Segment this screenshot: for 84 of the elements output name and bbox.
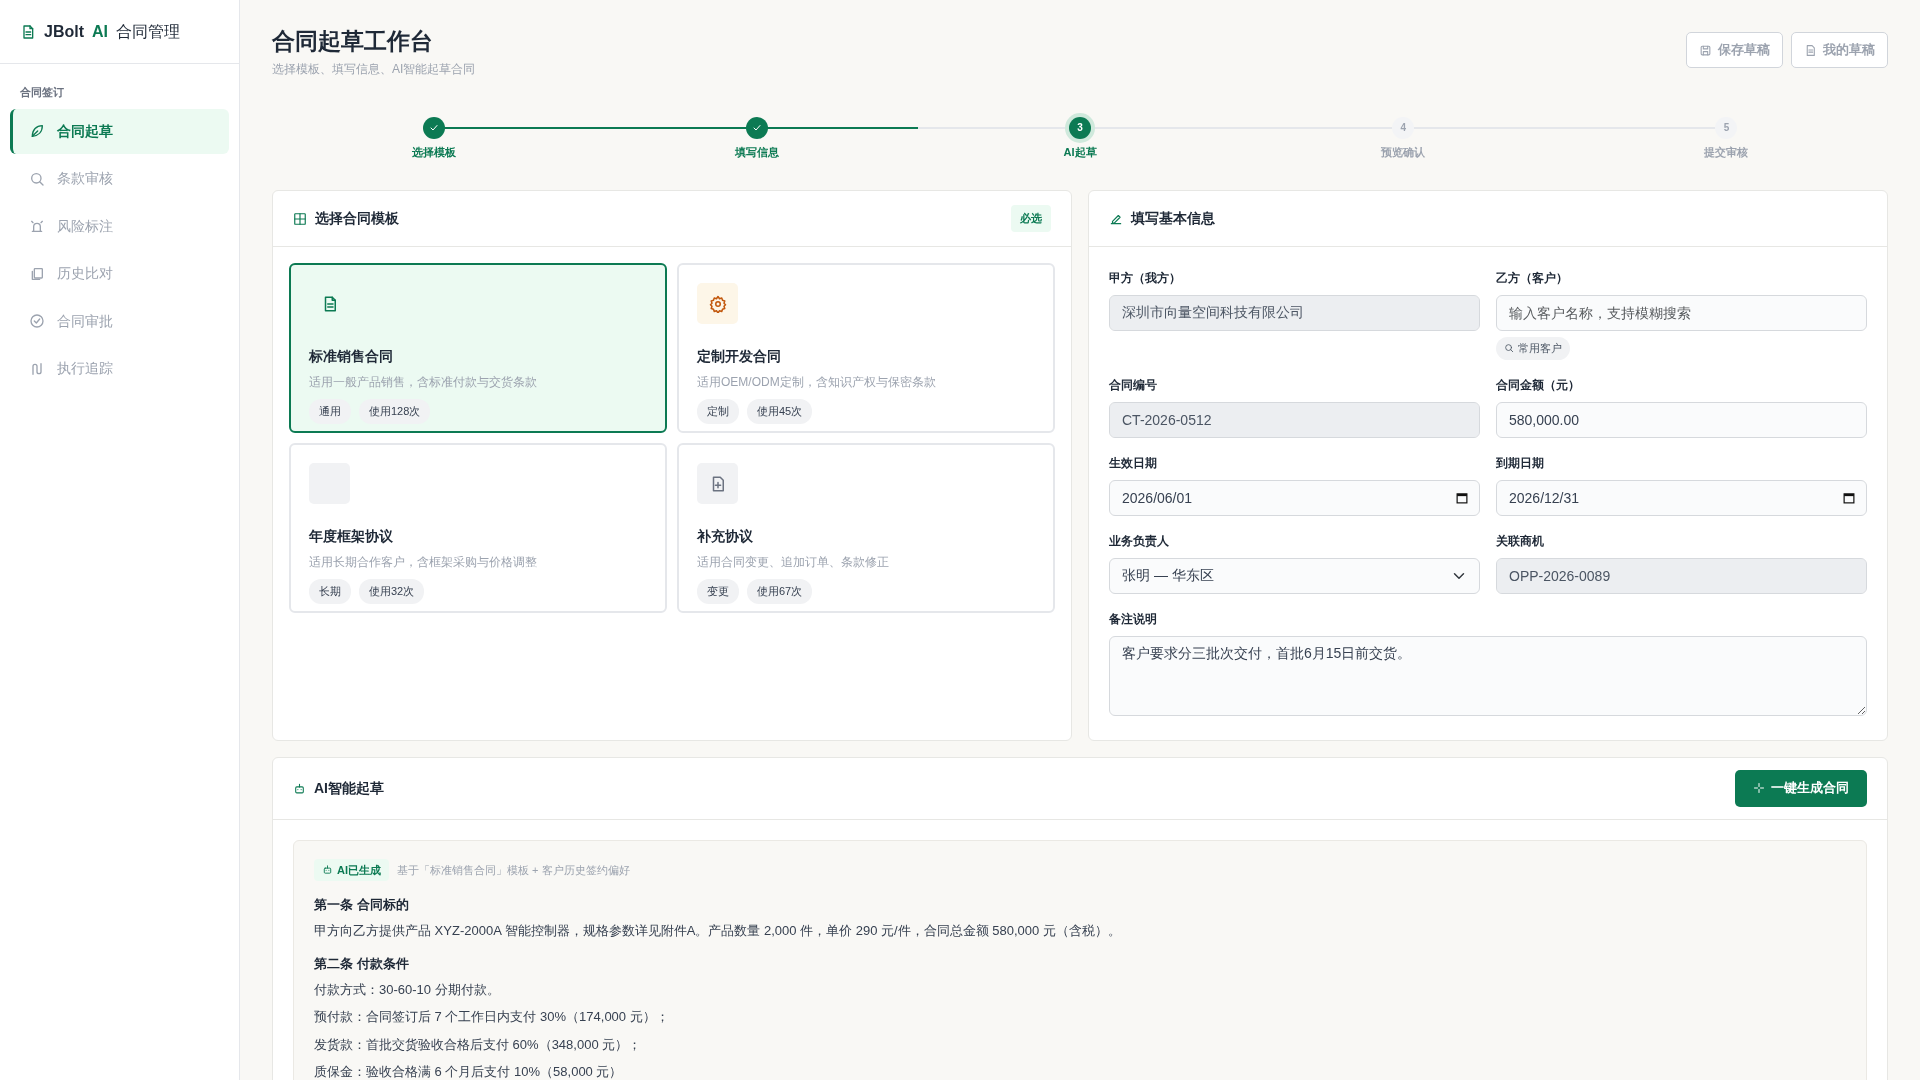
field-label: 到期日期 — [1496, 454, 1545, 472]
input-field[interactable]: OPP-2026-0089 — [1496, 557, 1867, 594]
date-field[interactable]: 2026/12/31 — [1496, 479, 1867, 516]
template-name: 年度框架协议 — [309, 527, 394, 547]
generate-contract-button[interactable]: 一键生成合同 — [1735, 769, 1867, 807]
select-field[interactable]: 张明 — 华东区 — [1109, 557, 1480, 594]
nav-item[interactable]: 合同起草 — [10, 108, 229, 154]
robot-icon — [322, 864, 333, 876]
clause-text: 发货款：首批交货验收合格后支付 60%（348,000 元）； — [314, 1035, 643, 1054]
step-indicator[interactable] — [422, 116, 445, 139]
template-tag: 变更 — [697, 579, 739, 604]
robot-icon — [293, 781, 306, 795]
input-field[interactable]: 输入客户名称，支持模糊搜索 — [1496, 295, 1867, 332]
field-label: 关联商机 — [1496, 532, 1545, 550]
brand-name: JBolt — [44, 21, 84, 42]
step-label: 提交审核 — [1704, 144, 1749, 160]
template-card[interactable]: 定制开发合同 适用OEM/ODM定制，含知识产权与保密条款 定制 使用45次 — [677, 263, 1055, 434]
template-tag: 长期 — [309, 579, 351, 604]
clause-heading: 第二条 付款条件 — [314, 955, 410, 974]
template-description: 适用OEM/ODM定制，含知识产权与保密条款 — [697, 374, 937, 392]
nav-section-label: 合同签订 — [19, 85, 65, 100]
template-tag: 使用32次 — [359, 579, 425, 604]
field-label: 甲方（我方） — [1109, 270, 1182, 288]
template-description: 适用一般产品销售，含标准付款与交货条款 — [309, 374, 538, 392]
textarea-field[interactable]: 客户要求分三批次交付，首批6月15日前交货。 — [1109, 635, 1867, 716]
panel-title: AI智能起草 — [314, 778, 384, 798]
clause-heading: 第一条 合同标的 — [314, 896, 410, 915]
copy-icon — [29, 265, 45, 282]
required-badge: 必选 — [1011, 205, 1051, 232]
template-card[interactable]: 补充协议 适用合同变更、追加订单、条款修正 变更 使用67次 — [677, 443, 1055, 614]
field-label: 乙方（客户） — [1496, 270, 1569, 288]
template-tag: 使用45次 — [747, 399, 813, 424]
quick-pick-chip[interactable]: 常用客户 — [1496, 337, 1570, 360]
field-label: 生效日期 — [1109, 454, 1158, 472]
template-description: 适用合同变更、追加订单、条款修正 — [697, 554, 890, 572]
input-field[interactable]: 580,000.00 — [1496, 401, 1867, 438]
leaf-icon — [29, 123, 45, 139]
input-field[interactable]: 深圳市向量空间科技有限公司 — [1109, 295, 1480, 332]
date-field[interactable]: 2026/06/01 — [1109, 479, 1480, 516]
gear-icon — [708, 294, 727, 313]
template-tag: 使用67次 — [747, 579, 813, 604]
logo-icon — [20, 23, 36, 40]
step-indicator[interactable]: 3 — [1069, 116, 1091, 139]
document-icon — [1804, 43, 1817, 57]
route-icon — [29, 360, 45, 377]
step-indicator[interactable] — [745, 116, 768, 139]
search-icon — [29, 170, 45, 187]
calendar-icon[interactable] — [1843, 491, 1855, 504]
grid-icon — [293, 211, 307, 226]
step-label: 选择模板 — [411, 144, 456, 160]
clause-text: 预付款：合同签订后 7 个工作日内支付 30%（174,000 元）； — [314, 1008, 670, 1027]
template-description: 适用长期合作客户，含框架采购与价格调整 — [309, 554, 538, 572]
brand-ai: AI — [92, 21, 108, 42]
clause-text: 付款方式：30-60-10 分期付款。 — [314, 980, 501, 999]
brand-suffix: 合同管理 — [116, 21, 180, 42]
panel-title: 填写基本信息 — [1131, 209, 1215, 229]
template-name: 定制开发合同 — [697, 347, 782, 367]
generation-note: 基于「标准销售合同」模板 + 客户历史签约偏好 — [397, 862, 630, 878]
field-label: 备注说明 — [1109, 610, 1158, 628]
template-name: 补充协议 — [697, 527, 754, 547]
panel-title: 选择合同模板 — [315, 209, 399, 229]
search-icon — [1504, 343, 1514, 354]
template-card[interactable]: 标准销售合同 适用一般产品销售，含标准付款与交货条款 通用 使用128次 — [289, 263, 667, 434]
ai-generated-badge: AI已生成 — [314, 858, 389, 882]
field-label: 合同金额（元） — [1496, 376, 1581, 394]
template-card[interactable]: 年度框架协议 适用长期合作客户，含框架采购与价格调整 长期 使用32次 — [289, 443, 667, 614]
step-label: AI起草 — [1063, 144, 1097, 160]
check-circle-icon — [29, 313, 45, 329]
calendar-icon[interactable] — [1456, 491, 1468, 504]
template-name: 标准销售合同 — [309, 347, 394, 367]
template-tag: 使用128次 — [359, 399, 431, 424]
clause-text: 质保金：验收合格满 6 个月后支付 10%（58,000 元） — [314, 1063, 624, 1080]
field-label: 合同编号 — [1109, 376, 1158, 394]
step-label: 填写信息 — [734, 144, 779, 160]
input-field[interactable]: CT-2026-0512 — [1109, 401, 1480, 438]
template-tag: 通用 — [309, 399, 351, 424]
step-label: 预览确认 — [1381, 144, 1426, 160]
template-tag: 定制 — [697, 399, 739, 424]
page-subtitle: 选择模板、填写信息、AI智能起草合同 — [272, 60, 476, 78]
save-icon — [1699, 43, 1712, 57]
alarm-icon — [29, 218, 45, 234]
clause-text: 甲方向乙方提供产品 XYZ-2000A 智能控制器，规格参数详见附件A。产品数量 2,000 件，单价 290 元/件，合同总金额 580,000 元（含税）。 — [314, 921, 1122, 940]
page-title: 合同起草工作台 — [272, 28, 434, 56]
field-label: 业务负责人 — [1109, 532, 1170, 550]
